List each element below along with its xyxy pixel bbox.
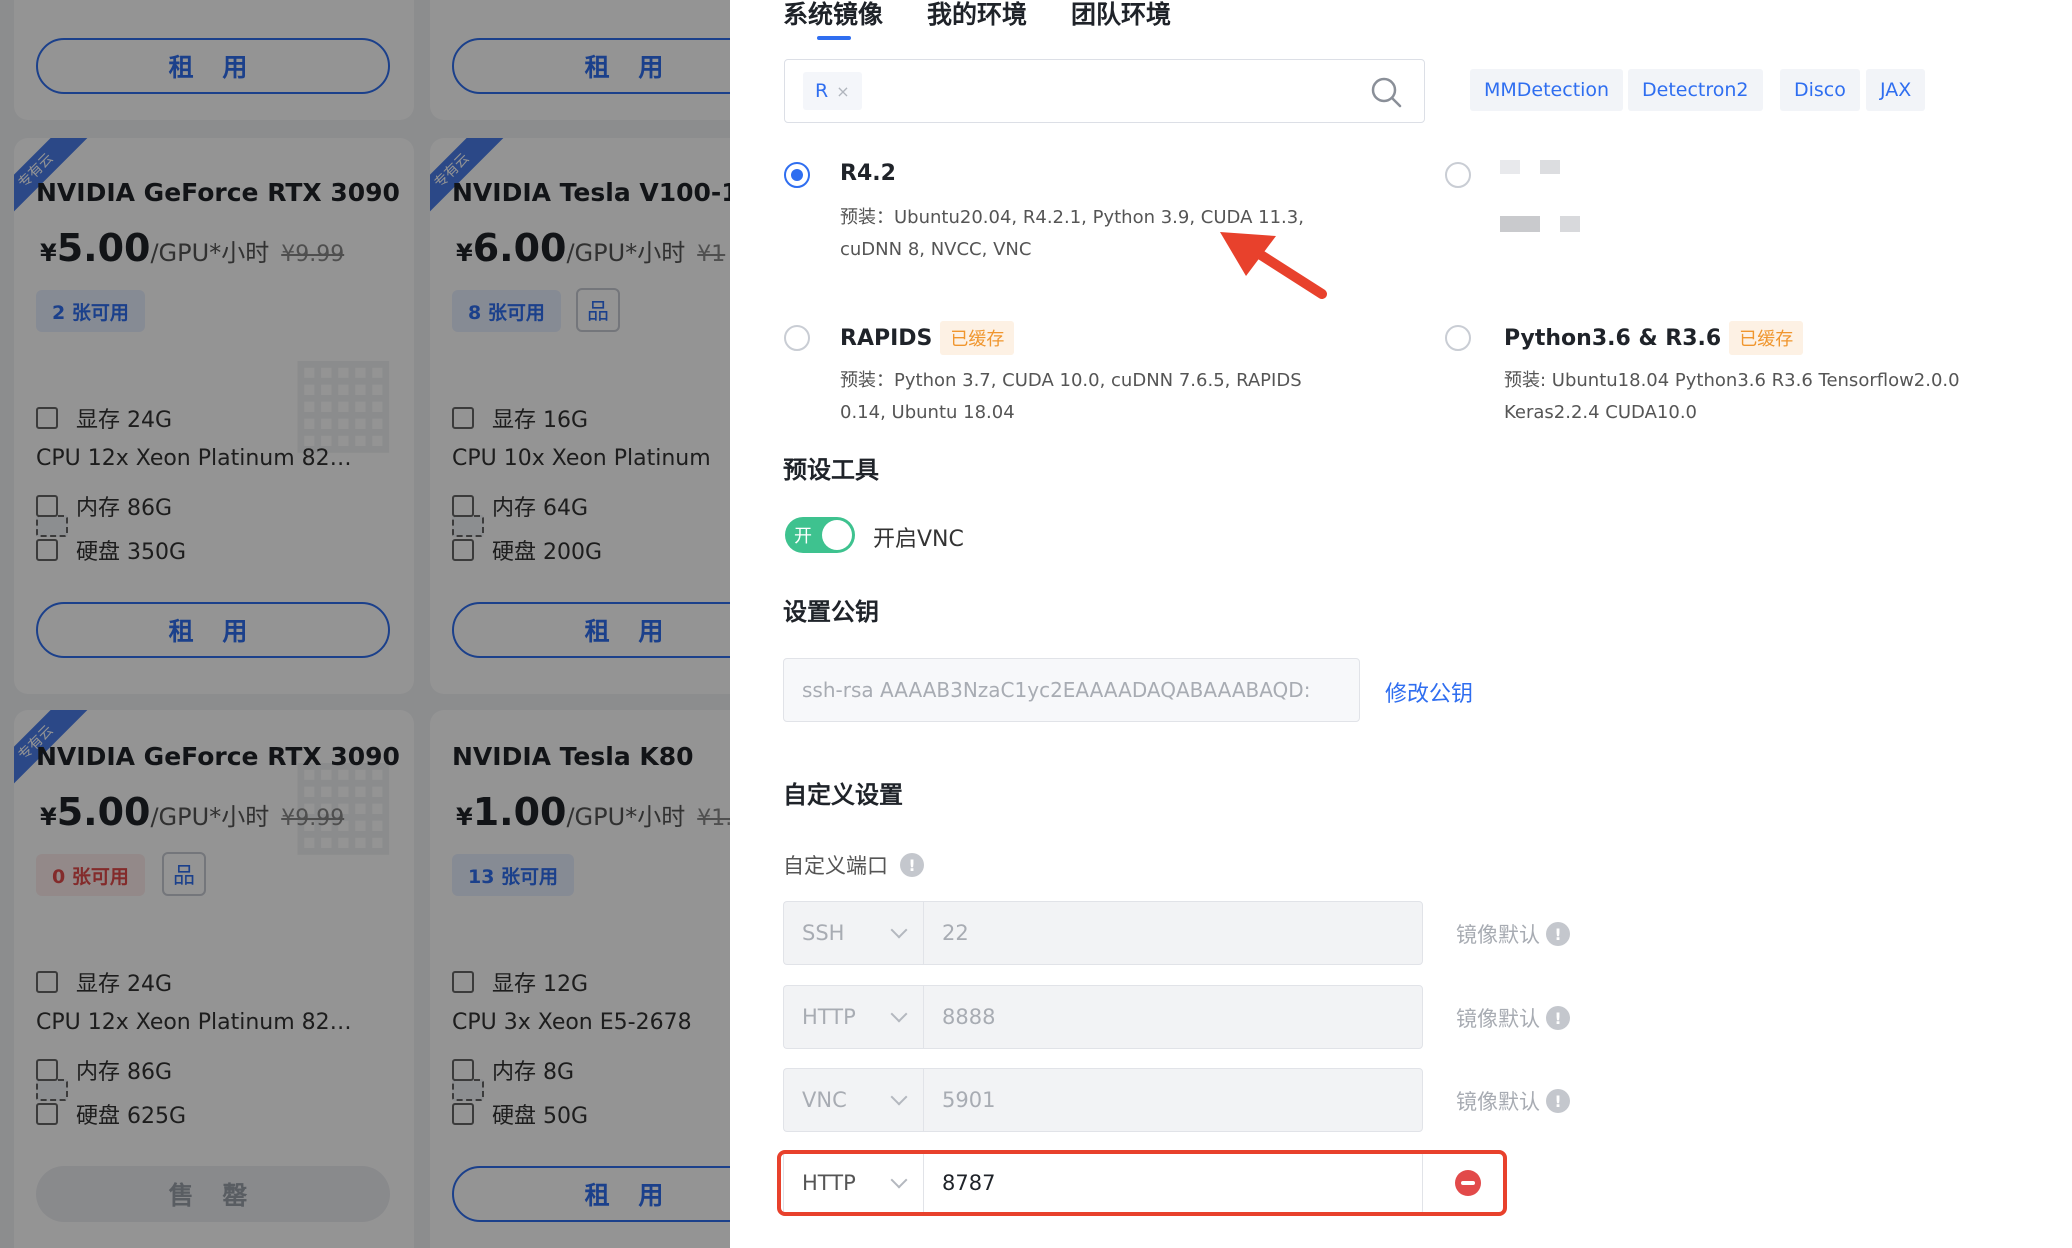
image-default-label: 镜像默认!	[1456, 919, 1570, 949]
env-title: RAPIDS 已缓存	[840, 321, 1015, 355]
protocol-select[interactable]: HTTP	[783, 985, 923, 1049]
chip-detectron2[interactable]: Detectron2	[1628, 69, 1763, 111]
tab-system-images[interactable]: 系统镜像	[783, 0, 883, 44]
vnc-toggle[interactable]: 开	[785, 517, 855, 553]
protocol-select[interactable]: SSH	[783, 901, 923, 965]
image-default-label: 镜像默认!	[1456, 1003, 1570, 1033]
custom-settings-title: 自定义设置	[783, 781, 903, 809]
environment-drawer: 系统镜像 我的环境 团队环境 R × MMDetection Detectron…	[730, 0, 2072, 1248]
port-row-vnc: VNC 5901	[783, 1068, 1423, 1132]
gpu-card-grid: 租 用 租 用 专有云 ▦ NVIDIA GeForce RTX 3090 ¥5…	[0, 0, 730, 1248]
info-icon[interactable]: !	[900, 853, 924, 877]
port-input[interactable]: 5901	[923, 1068, 1423, 1132]
public-key-title: 设置公钥	[783, 598, 879, 626]
image-tabs: 系统镜像 我的环境 团队环境	[783, 0, 1215, 44]
toggle-on-label: 开	[794, 526, 812, 547]
annotation-highlight-box	[777, 1150, 1507, 1216]
image-default-label: 镜像默认!	[1456, 1086, 1570, 1116]
info-icon[interactable]: !	[1546, 1089, 1570, 1113]
env-radio-rapids[interactable]	[784, 325, 810, 351]
cached-badge: 已缓存	[1729, 321, 1804, 355]
custom-port-label: 自定义端口 !	[783, 850, 924, 880]
env-description: 预装: Ubuntu18.04 Python3.6 R3.6 Tensorflo…	[1504, 370, 1960, 423]
chevron-down-icon	[890, 1088, 908, 1106]
search-tag-label: R	[815, 80, 829, 102]
tag-close-icon[interactable]: ×	[836, 82, 849, 101]
env-radio-hidden[interactable]	[1445, 162, 1471, 188]
chip-disco[interactable]: Disco	[1780, 69, 1860, 111]
env-description: 预装：Python 3.7, CUDA 10.0, cuDNN 7.6.5, R…	[840, 370, 1302, 423]
info-icon[interactable]: !	[1546, 1006, 1570, 1030]
blurred-env-title	[1500, 160, 1520, 174]
chip-jax[interactable]: JAX	[1866, 69, 1926, 111]
tab-my-environments[interactable]: 我的环境	[927, 0, 1027, 44]
modal-overlay[interactable]	[0, 0, 730, 1248]
blurred-env-desc	[1560, 216, 1580, 232]
chevron-down-icon	[890, 1005, 908, 1023]
env-title: R4.2	[840, 161, 896, 186]
chip-mmdetection[interactable]: MMDetection	[1470, 69, 1624, 111]
annotation-arrow-icon	[1220, 232, 1327, 299]
search-icon[interactable]	[1368, 74, 1404, 110]
env-title: Python3.6 & R3.6 已缓存	[1504, 321, 1804, 355]
port-input[interactable]: 8888	[923, 985, 1423, 1049]
preset-tools-title: 预设工具	[783, 456, 879, 484]
search-tag[interactable]: R ×	[803, 72, 862, 110]
env-radio-python36-r36[interactable]	[1445, 325, 1471, 351]
protocol-select[interactable]: VNC	[783, 1068, 923, 1132]
vnc-label: 开启VNC	[873, 527, 964, 552]
port-input[interactable]: 22	[923, 901, 1423, 965]
tab-team-environments[interactable]: 团队环境	[1071, 0, 1171, 44]
env-radio-r42[interactable]	[784, 162, 810, 188]
blurred-env-title	[1540, 160, 1560, 174]
port-row-http: HTTP 8888	[783, 985, 1423, 1049]
public-key-input[interactable]: ssh-rsa AAAAB3NzaC1yc2EAAAADAQABAAABAQD:	[783, 658, 1360, 722]
port-row-ssh: SSH 22	[783, 901, 1423, 965]
info-icon[interactable]: !	[1546, 922, 1570, 946]
cached-badge: 已缓存	[940, 321, 1015, 355]
edit-public-key-link[interactable]: 修改公钥	[1385, 676, 1473, 708]
blurred-env-desc	[1500, 216, 1540, 232]
chevron-down-icon	[890, 921, 908, 939]
toggle-knob	[822, 520, 852, 550]
image-search-input[interactable]: R ×	[784, 59, 1425, 123]
